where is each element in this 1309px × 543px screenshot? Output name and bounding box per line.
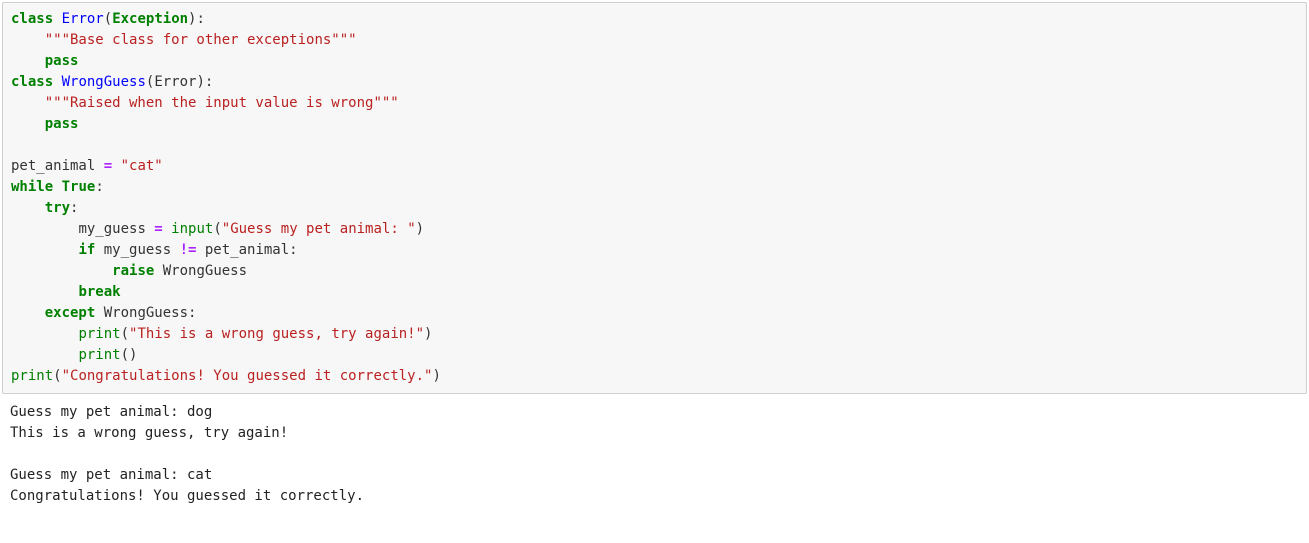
string-prompt: "Guess my pet animal: " xyxy=(222,221,416,237)
code-block: class Error(Exception): """Base class fo… xyxy=(2,2,1307,394)
space xyxy=(53,11,61,27)
base-error: Error xyxy=(154,74,196,90)
except-target: WrongGuess: xyxy=(95,305,196,321)
space xyxy=(53,74,61,90)
output-line: Congratulations! You guessed it correctl… xyxy=(10,488,364,504)
string-cat: "cat" xyxy=(112,158,163,174)
paren-close: ) xyxy=(416,221,424,237)
base-exception: Exception xyxy=(112,11,188,27)
keyword-class: class xyxy=(11,11,53,27)
paren: ( xyxy=(104,11,112,27)
space xyxy=(163,221,171,237)
cond-lhs: my_guess xyxy=(95,242,179,258)
paren: ( xyxy=(121,326,129,342)
docstring-wrongguess: """Raised when the input value is wrong"… xyxy=(45,95,399,111)
builtin-print: print xyxy=(78,347,120,363)
keyword-try: try xyxy=(45,200,70,216)
string-congrats: "Congratulations! You guessed it correct… xyxy=(62,368,433,384)
colon: : xyxy=(70,200,78,216)
builtin-print: print xyxy=(78,326,120,342)
string-wrong: "This is a wrong guess, try again!" xyxy=(129,326,424,342)
output-line: This is a wrong guess, try again! xyxy=(10,425,288,441)
keyword-if: if xyxy=(78,242,95,258)
space xyxy=(53,179,61,195)
output-line: Guess my pet animal: dog xyxy=(10,404,212,420)
output-block: Guess my pet animal: dog This is a wrong… xyxy=(2,398,1307,515)
operator-assign: = xyxy=(104,158,112,174)
docstring-error: """Base class for other exceptions""" xyxy=(45,32,357,48)
operator-assign: = xyxy=(154,221,162,237)
empty-args: () xyxy=(121,347,138,363)
keyword-true: True xyxy=(62,179,96,195)
class-name-wrongguess: WrongGuess xyxy=(62,74,146,90)
keyword-class: class xyxy=(11,74,53,90)
keyword-raise: raise xyxy=(112,263,154,279)
keyword-pass: pass xyxy=(45,116,79,132)
var-my-guess: my_guess xyxy=(78,221,154,237)
var-pet-animal: pet_animal xyxy=(11,158,104,174)
keyword-pass: pass xyxy=(45,53,79,69)
raise-target: WrongGuess xyxy=(154,263,247,279)
keyword-except: except xyxy=(45,305,96,321)
builtin-input: input xyxy=(171,221,213,237)
paren: ( xyxy=(213,221,221,237)
cond-rhs: pet_animal: xyxy=(196,242,297,258)
colon: : xyxy=(95,179,103,195)
paren-close: ) xyxy=(424,326,432,342)
keyword-break: break xyxy=(78,284,120,300)
paren: ( xyxy=(53,368,61,384)
paren-close: ): xyxy=(196,74,213,90)
builtin-print: print xyxy=(11,368,53,384)
operator-neq: != xyxy=(180,242,197,258)
paren-close: ): xyxy=(188,11,205,27)
paren-close: ) xyxy=(432,368,440,384)
keyword-while: while xyxy=(11,179,53,195)
output-line: Guess my pet animal: cat xyxy=(10,467,212,483)
class-name-error: Error xyxy=(62,11,104,27)
